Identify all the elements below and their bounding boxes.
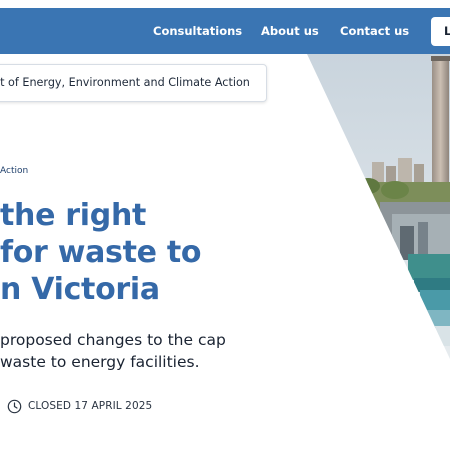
department-label[interactable]: nt of Energy, Environment and Climate Ac… (0, 64, 267, 102)
summary-line: proposed changes to the cap (0, 331, 226, 349)
nav-link-about-us[interactable]: About us (261, 8, 319, 54)
login-button[interactable]: L (431, 17, 450, 46)
top-navigation-bar: Consultations About us Contact us L (0, 8, 450, 54)
page-summary: proposed changes to the cap waste to ene… (0, 329, 330, 373)
department-label-text: nt of Energy, Environment and Climate Ac… (0, 76, 250, 89)
status-text: CLOSED 17 APRIL 2025 (28, 400, 153, 412)
nav-link-contact-us[interactable]: Contact us (340, 8, 409, 54)
summary-line: waste to energy facilities. (0, 353, 200, 371)
page-title: the right for waste to n Victoria (0, 197, 340, 308)
breadcrumb-current[interactable]: Action (0, 166, 28, 176)
page-title-line: n Victoria (0, 272, 160, 307)
page-title-line: for waste to (0, 235, 202, 270)
clock-icon (7, 399, 22, 413)
nav-link-consultations[interactable]: Consultations (153, 8, 242, 54)
consultation-status: CLOSED 17 APRIL 2025 (7, 397, 152, 415)
page-title-line: the right (0, 198, 147, 233)
